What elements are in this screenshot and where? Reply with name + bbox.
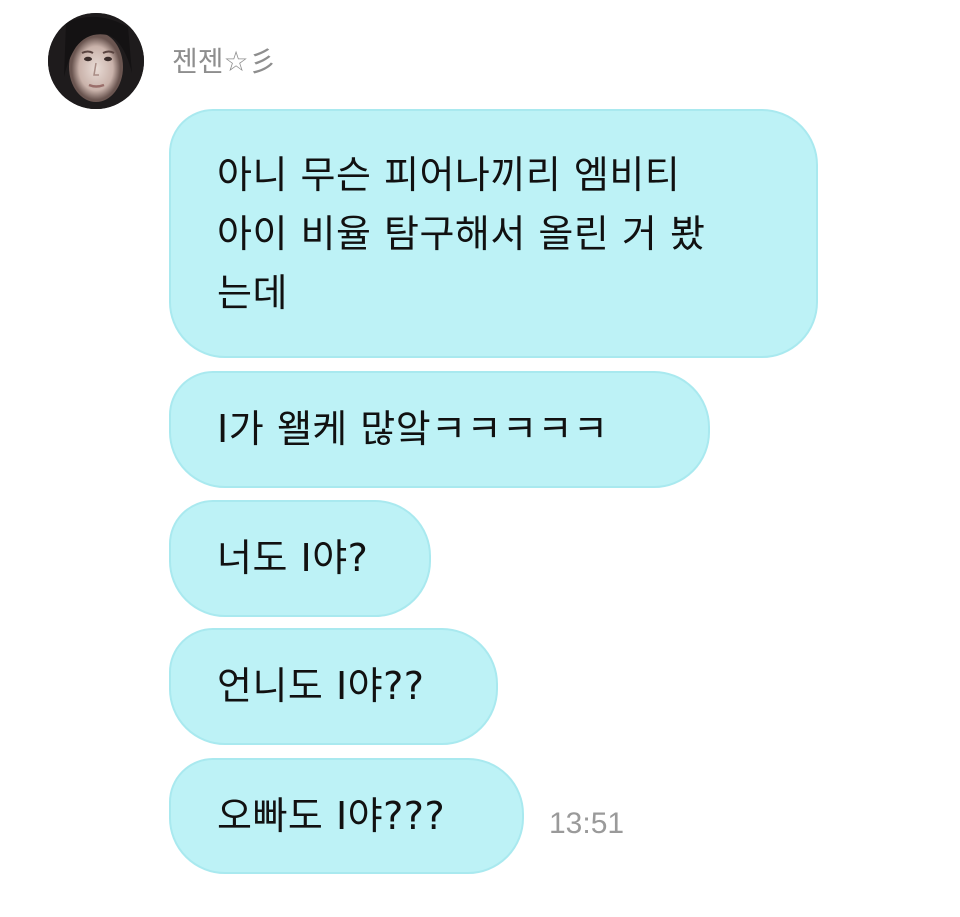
sender-name: 젠젠☆彡 [172, 45, 277, 78]
message-bubble[interactable]: 아니 무슨 피어나끼리 엠비티 아이 비율 탐구해서 올린 거 봤 는데 [169, 109, 818, 358]
message-bubble[interactable]: I가 왤케 많앜ㅋㅋㅋㅋㅋ [169, 371, 710, 488]
sender-avatar[interactable] [48, 13, 144, 109]
message-bubble[interactable]: 언니도 I야?? [169, 628, 498, 745]
message-bubble[interactable]: 너도 I야? [169, 500, 431, 617]
profile-photo-icon [48, 13, 144, 109]
message-bubble[interactable]: 오빠도 I야??? [169, 758, 524, 874]
message-timestamp: 13:51 [549, 807, 625, 840]
chat-thread: 젠젠☆彡 아니 무슨 피어나끼리 엠비티 아이 비율 탐구해서 올린 거 봤 는… [0, 0, 960, 917]
